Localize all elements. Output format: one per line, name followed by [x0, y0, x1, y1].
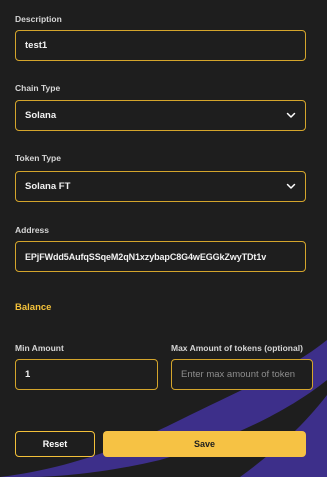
address-input[interactable]: EPjFWdd5AufqSSqeM2qN1xzybapC8G4wEGGkZwyT…: [15, 241, 306, 272]
description-input[interactable]: test1: [15, 30, 306, 61]
max-amount-input[interactable]: Enter max amount of token: [171, 359, 313, 390]
reset-button-label: Reset: [42, 439, 68, 449]
balance-section-title: Balance: [15, 302, 52, 313]
token-type-select[interactable]: Solana FT: [15, 171, 306, 202]
address-value: EPjFWdd5AufqSSqeM2qN1xzybapC8G4wEGGkZwyT…: [25, 251, 267, 262]
chevron-down-icon: [286, 112, 296, 118]
chain-type-value: Solana: [25, 110, 57, 121]
save-button[interactable]: Save: [103, 431, 306, 457]
token-type-value: Solana FT: [25, 181, 71, 192]
chain-type-select[interactable]: Solana: [15, 100, 306, 131]
decorative-swoosh-graphic: [0, 340, 327, 477]
address-label: Address: [15, 225, 50, 235]
token-form-panel: Description test1 Chain Type Solana Toke…: [0, 0, 327, 477]
min-amount-value: 1: [25, 369, 31, 380]
chevron-down-icon: [286, 183, 296, 189]
description-label: Description: [15, 14, 62, 24]
save-button-label: Save: [193, 439, 216, 449]
token-type-label: Token Type: [15, 153, 61, 163]
description-value: test1: [25, 40, 48, 51]
max-amount-placeholder: Enter max amount of token: [181, 369, 296, 380]
chain-type-label: Chain Type: [15, 83, 61, 93]
max-amount-label: Max Amount of tokens (optional): [171, 343, 303, 353]
min-amount-input[interactable]: 1: [15, 359, 158, 390]
reset-button[interactable]: Reset: [15, 431, 95, 457]
min-amount-label: Min Amount: [15, 343, 64, 353]
